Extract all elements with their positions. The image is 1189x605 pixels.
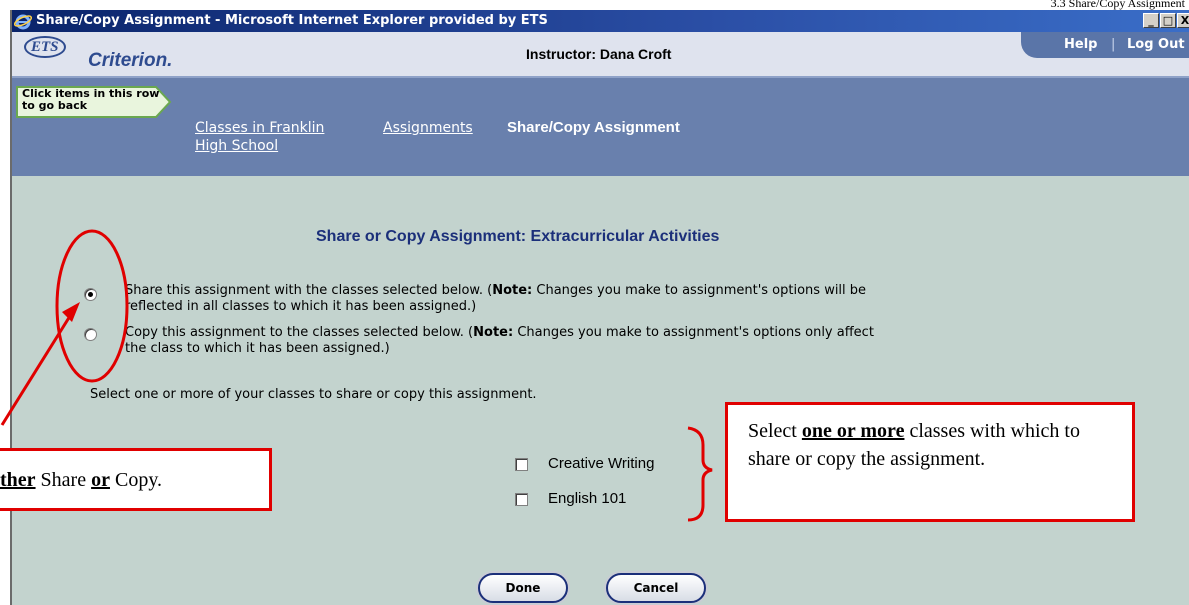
go-back-hint: Click items in this row to go back <box>16 86 172 118</box>
logout-link[interactable]: Log Out <box>1127 37 1185 52</box>
left-callout-box: ther Share or Copy. <box>0 448 272 511</box>
copy-option-line1-pre: Copy this assignment to the classes sele… <box>125 325 474 340</box>
left-callout-text: ther Share or Copy. <box>0 469 162 492</box>
copy-option-line1-post: Changes you make to assignment's options… <box>513 325 874 340</box>
copy-option-text: Copy this assignment to the classes sele… <box>125 325 1125 357</box>
left-callout-part4: Copy. <box>109 469 163 491</box>
share-option-text: Share this assignment with the classes s… <box>125 283 1125 315</box>
right-callout-part2: one or more <box>801 420 905 442</box>
select-classes-instruction: Select one or more of your classes to sh… <box>90 387 537 402</box>
minimize-button[interactable]: _ <box>1143 13 1159 28</box>
right-callout-box: Select one or more classes with which to… <box>725 402 1135 522</box>
main-content: Share or Copy Assignment: Extracurricula… <box>12 176 1189 605</box>
page-title: Share or Copy Assignment: Extracurricula… <box>316 228 720 245</box>
ets-logo-mark: ETS <box>24 36 66 58</box>
share-option-line1-post: Changes you make to assignment's options… <box>532 283 867 298</box>
breadcrumb-assignments-link[interactable]: Assignments <box>383 120 473 136</box>
criterion-logo-text: Criterion. <box>88 50 173 71</box>
class-checkbox-english-101[interactable] <box>515 493 528 506</box>
top-links: Help | Log Out <box>1021 32 1189 58</box>
breadcrumb-classes-link-line2[interactable]: High School <box>195 138 278 154</box>
share-option-note: Note: <box>492 283 533 298</box>
breadcrumb-classes-link[interactable]: Classes in Franklin <box>195 120 324 136</box>
left-callout-part1: ther <box>0 469 36 491</box>
share-radio[interactable] <box>84 288 97 301</box>
class-checkbox-creative-writing[interactable] <box>515 458 528 471</box>
help-link[interactable]: Help <box>1064 37 1097 52</box>
left-callout-part2: Share <box>35 469 92 491</box>
share-option-line1-pre: Share this assignment with the classes s… <box>125 283 493 298</box>
close-button[interactable]: X <box>1177 13 1189 28</box>
window-title: Share/Copy Assignment - Microsoft Intern… <box>36 13 548 28</box>
left-callout-part3: or <box>91 469 110 491</box>
right-callout-text: Select one or more classes with which to… <box>748 417 1108 473</box>
app-header: ETS Criterion. Instructor: Dana Croft He… <box>12 32 1189 76</box>
link-separator: | <box>1111 37 1116 52</box>
right-callout-part1: Select <box>748 420 802 442</box>
class-label-creative-writing: Creative Writing <box>548 455 655 472</box>
share-option-line2: reflected in all classes to which it has… <box>125 299 477 314</box>
breadcrumb: Click items in this row to go back Class… <box>12 76 1189 176</box>
criterion-logo: ETS Criterion. <box>22 36 192 72</box>
copy-option-line2: the class to which it has been assigned.… <box>125 341 390 356</box>
internet-explorer-icon <box>13 12 33 30</box>
maximize-button[interactable]: □ <box>1160 13 1176 28</box>
cancel-button[interactable]: Cancel <box>606 573 706 603</box>
class-label-english-101: English 101 <box>548 490 627 507</box>
done-button[interactable]: Done <box>478 573 568 603</box>
instructor-name: Instructor: Dana Croft <box>526 46 672 62</box>
copy-option-note: Note: <box>473 325 514 340</box>
copy-radio[interactable] <box>84 328 97 341</box>
go-back-hint-text: Click items in this row to go back <box>22 87 160 112</box>
breadcrumb-current: Share/Copy Assignment <box>507 119 680 136</box>
window-titlebar[interactable]: Share/Copy Assignment - Microsoft Intern… <box>12 10 1189 32</box>
